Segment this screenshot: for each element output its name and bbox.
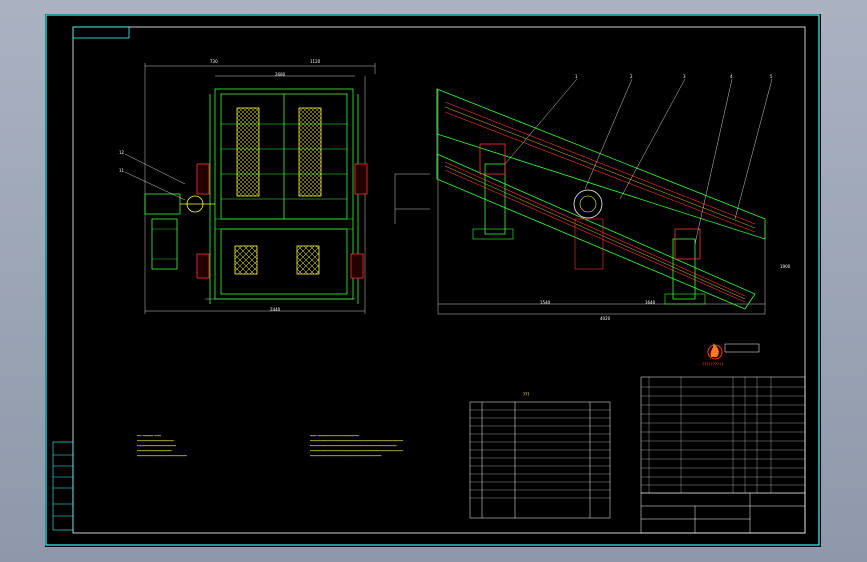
front-dim-bottom: 2440 bbox=[270, 307, 281, 312]
motor-base bbox=[151, 218, 178, 270]
callout-4: 4 bbox=[730, 74, 733, 79]
outer-frame bbox=[45, 14, 820, 546]
mesh-panel-left bbox=[236, 107, 260, 197]
top-left-tag bbox=[72, 26, 130, 39]
spring-left-lower bbox=[196, 253, 210, 279]
callout-11: 11 bbox=[119, 168, 125, 173]
lower-panel-left bbox=[234, 245, 258, 275]
title-block bbox=[640, 492, 806, 534]
callout-3: 3 bbox=[683, 74, 686, 79]
lower-panel-right bbox=[296, 245, 320, 275]
side-view bbox=[394, 78, 773, 315]
callout-leaders bbox=[504, 78, 773, 245]
drawing-sheet: 730 1120 2680 2440 4020 1540 1640 1900 1… bbox=[45, 14, 821, 547]
spring-side-right bbox=[674, 228, 701, 260]
logo-caption: ?????????? bbox=[702, 362, 724, 367]
callout-5: 5 bbox=[770, 74, 773, 79]
front-dimension-lines bbox=[144, 63, 376, 314]
tech-table-title: ??? bbox=[523, 392, 530, 397]
mesh-panel-right bbox=[298, 107, 322, 197]
flame-logo-icon bbox=[707, 343, 760, 360]
support-post-left bbox=[484, 163, 506, 235]
exciter bbox=[573, 189, 603, 219]
cad-drawing bbox=[45, 14, 820, 546]
side-dim-height: 1900 bbox=[780, 264, 791, 269]
tech-table bbox=[469, 401, 611, 519]
spring-right-upper bbox=[354, 163, 368, 195]
motor-body bbox=[144, 193, 181, 215]
spring-right-lower bbox=[350, 253, 364, 279]
callout-12: 12 bbox=[119, 150, 125, 155]
bom-table bbox=[640, 376, 806, 494]
left-side-stack bbox=[52, 441, 74, 531]
tech-notes-right: ━━━ ━━━━━━━━━━━━━━━━━━━ ━━━━━━━━━━━━━━━━… bbox=[310, 434, 404, 458]
callout-1: 1 bbox=[575, 74, 578, 79]
front-dim-b: 1120 bbox=[310, 59, 321, 64]
tech-notes-left: ━━ ━━━━━ ━━━ ━━━━━━━━━━━━━━━━━ ━━━━━━━━━… bbox=[137, 434, 187, 458]
spring-side-left bbox=[479, 143, 506, 175]
front-view bbox=[124, 63, 376, 314]
callout-2: 2 bbox=[630, 74, 633, 79]
front-dim-total: 2680 bbox=[275, 72, 286, 77]
side-dim-right: 1640 bbox=[645, 300, 656, 305]
side-dim-left: 1540 bbox=[540, 300, 551, 305]
spring-left-upper bbox=[196, 163, 210, 195]
front-dim-a: 730 bbox=[210, 59, 218, 64]
side-dim-bottom: 4020 bbox=[600, 316, 611, 321]
